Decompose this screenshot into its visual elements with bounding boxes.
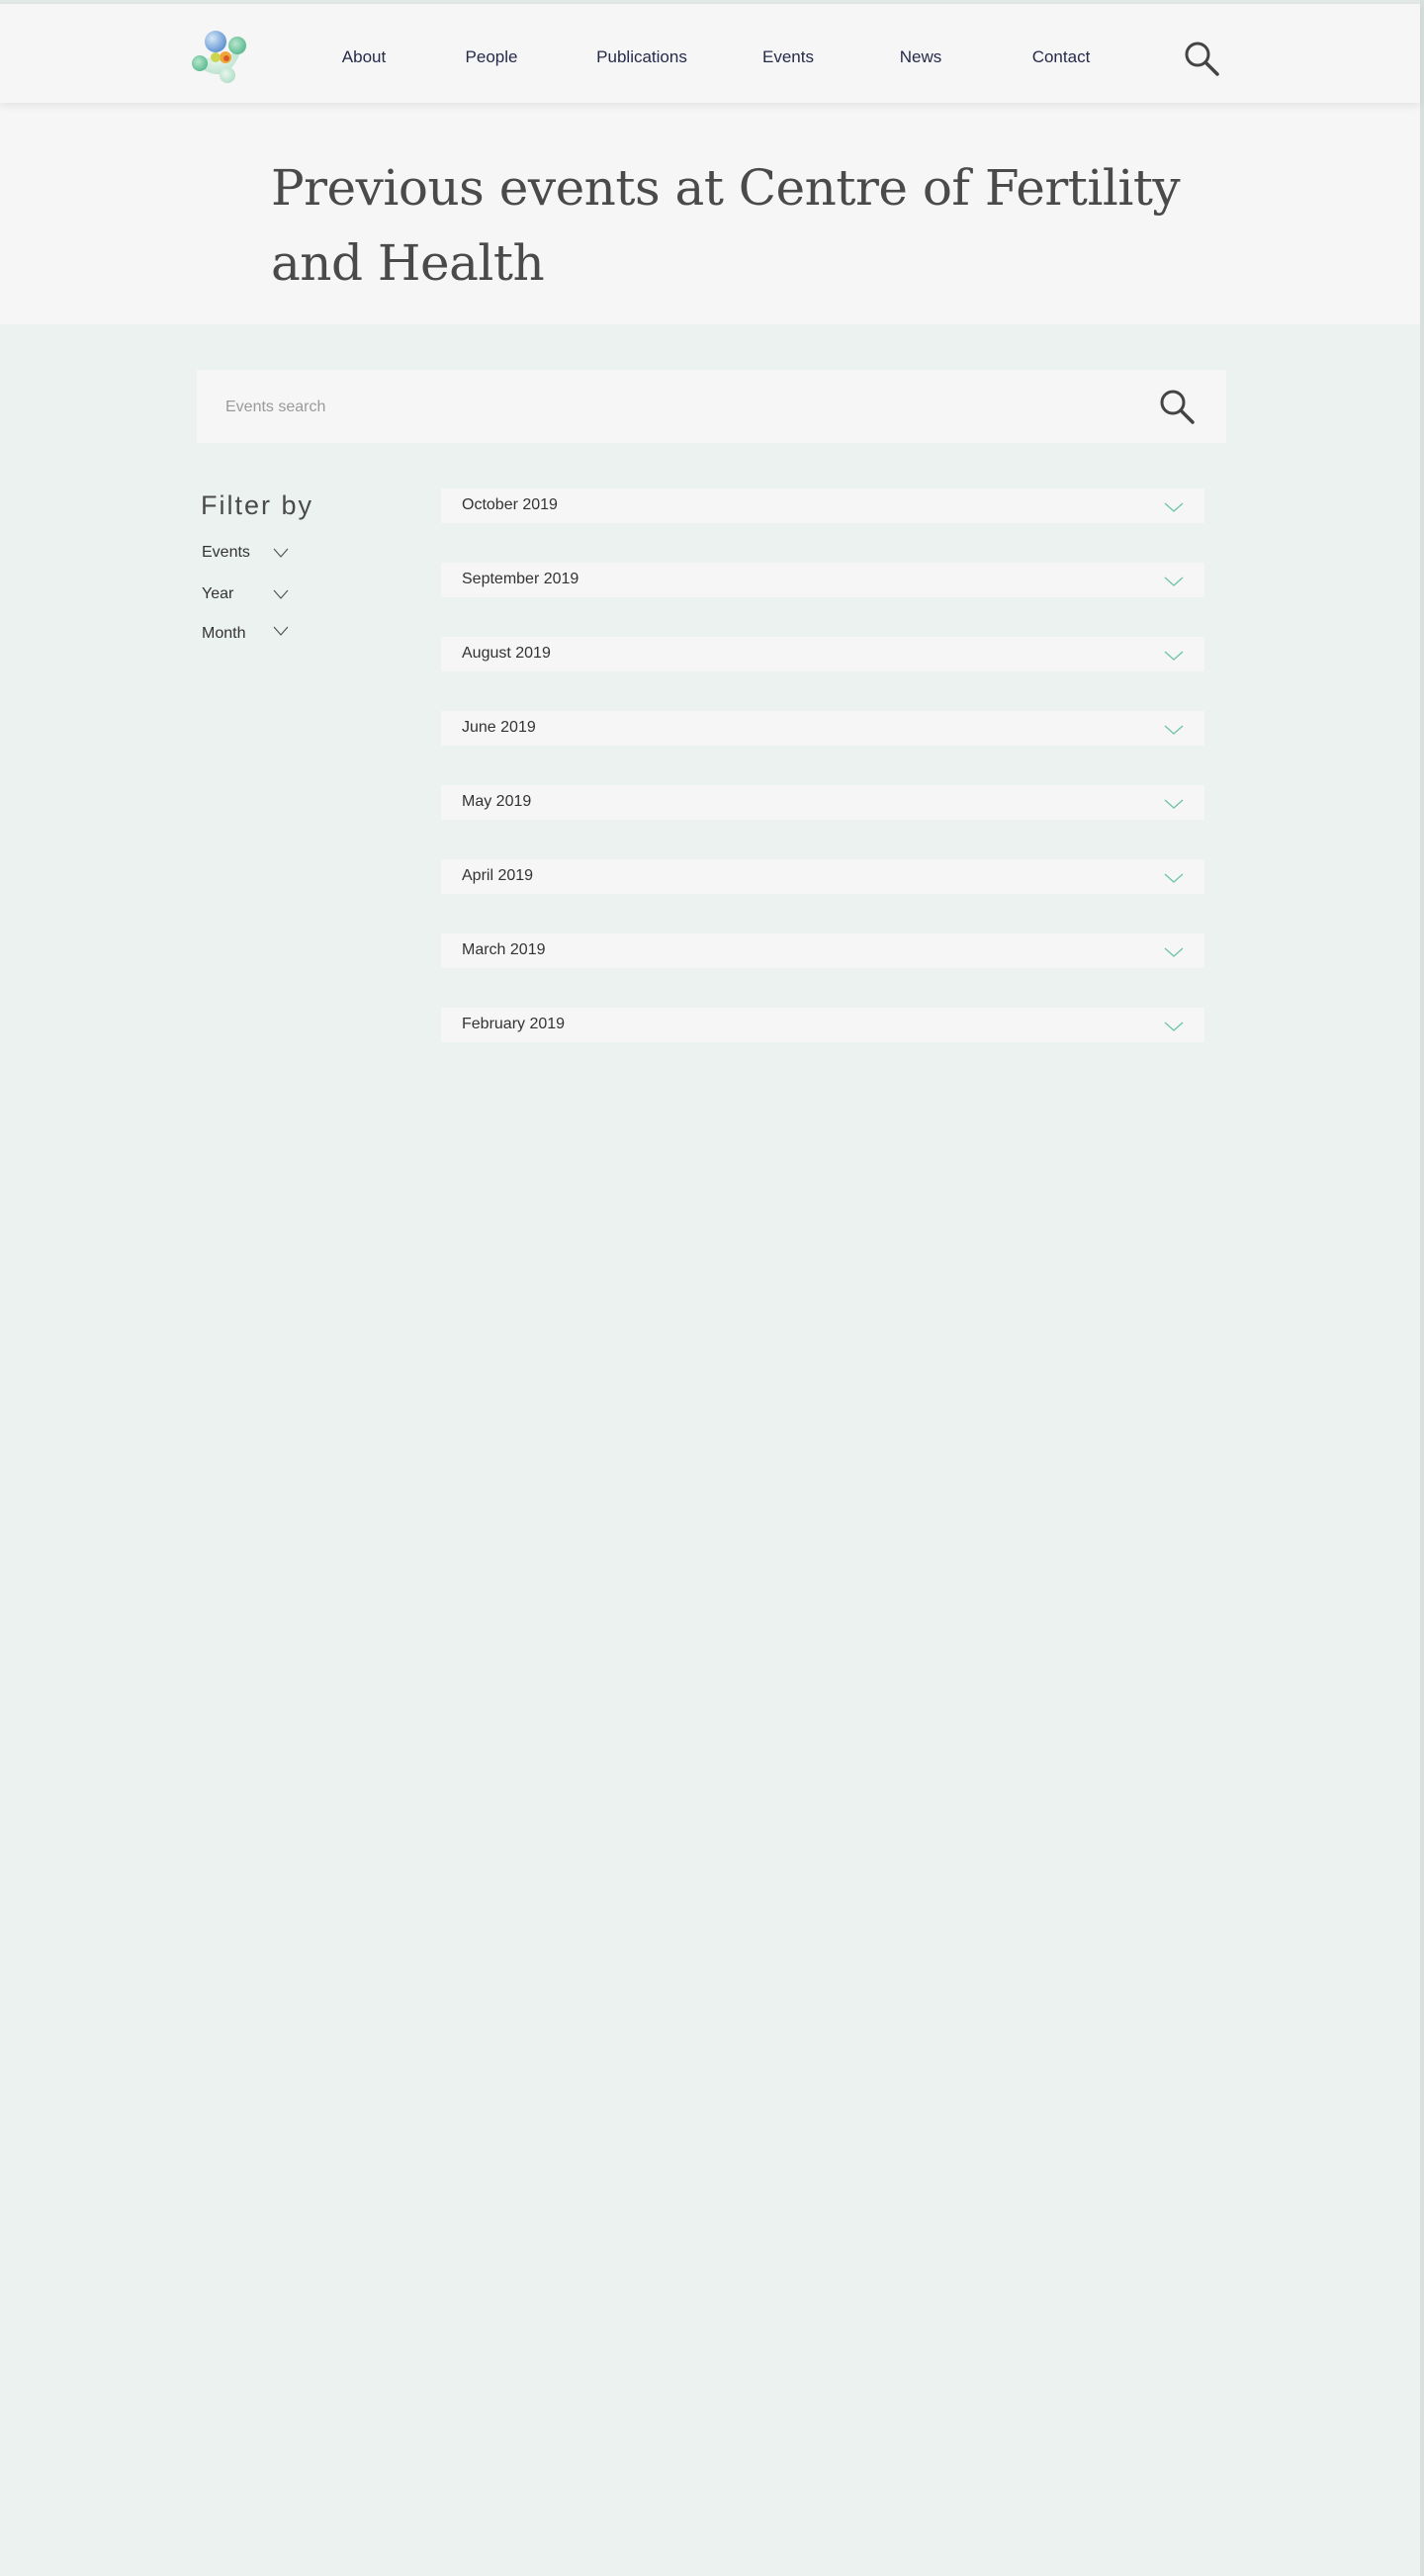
filter-month-label: Month <box>202 625 246 642</box>
chevron-down-icon <box>1164 651 1184 661</box>
chevron-down-icon <box>1164 947 1184 957</box>
search-icon <box>1160 390 1195 424</box>
month-accordion-february-2019[interactable]: February 2019 <box>441 1008 1204 1042</box>
nav-contact[interactable]: Contact <box>1032 47 1091 67</box>
site-header: About People Publications Events News Co… <box>0 4 1420 103</box>
month-label: June 2019 <box>462 719 536 736</box>
month-label: May 2019 <box>462 793 532 810</box>
hero-section: Previous events at Centre of Fertility a… <box>0 103 1420 324</box>
month-label: April 2019 <box>462 867 534 884</box>
page-title: Previous events at Centre of Fertility a… <box>271 159 1181 292</box>
filter-year-label: Year <box>202 585 234 602</box>
month-accordion-may-2019[interactable]: May 2019 <box>441 785 1204 820</box>
nav-events[interactable]: Events <box>762 47 814 67</box>
month-accordion-august-2019[interactable]: August 2019 <box>441 637 1204 671</box>
chevron-down-icon <box>1164 873 1184 883</box>
filter-events-label: Events <box>202 544 250 561</box>
month-label: March 2019 <box>462 941 546 958</box>
month-label: October 2019 <box>462 496 558 513</box>
events-search-bar <box>197 370 1226 443</box>
chevron-down-icon <box>1164 799 1184 809</box>
filter-year[interactable]: Year <box>202 583 311 607</box>
scrollbar-track[interactable] <box>1420 0 1424 2576</box>
chevron-down-icon <box>1164 577 1184 586</box>
events-search-button[interactable] <box>1158 388 1198 427</box>
events-search-input[interactable] <box>223 392 1117 423</box>
chevron-down-icon <box>273 548 289 558</box>
chevron-down-icon <box>273 626 289 636</box>
filter-month[interactable]: Month <box>202 623 311 647</box>
month-accordion-october-2019[interactable]: October 2019 <box>441 489 1204 523</box>
header-search-button[interactable] <box>1183 40 1222 79</box>
month-accordion-march-2019[interactable]: March 2019 <box>441 933 1204 968</box>
chevron-down-icon <box>1164 1022 1184 1031</box>
filter-title: Filter by <box>201 490 314 520</box>
filter-events[interactable]: Events <box>202 542 311 566</box>
chevron-down-icon <box>1164 725 1184 735</box>
nav-about[interactable]: About <box>342 47 386 67</box>
nav-people[interactable]: People <box>466 47 518 67</box>
month-label: September 2019 <box>462 571 579 587</box>
chevron-down-icon <box>1164 502 1184 512</box>
search-icon <box>1185 42 1219 76</box>
month-label: August 2019 <box>462 645 551 662</box>
month-label: February 2019 <box>462 1016 566 1032</box>
chevron-down-icon <box>273 589 289 599</box>
month-accordion-june-2019[interactable]: June 2019 <box>441 711 1204 746</box>
month-accordion-september-2019[interactable]: September 2019 <box>441 563 1204 597</box>
nav-news[interactable]: News <box>900 47 942 67</box>
nav-publications[interactable]: Publications <box>596 47 687 67</box>
month-accordion-april-2019[interactable]: April 2019 <box>441 859 1204 894</box>
